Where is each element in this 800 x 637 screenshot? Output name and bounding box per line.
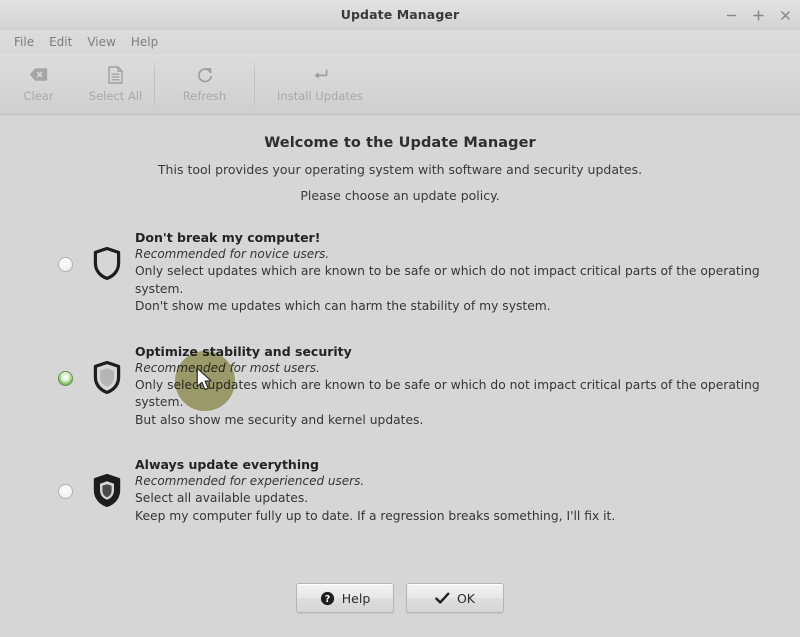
update-manager-window: Update Manager File Edit View Help Clear…: [0, 0, 800, 637]
policy-recommendation: Recommended for most users.: [135, 360, 320, 375]
window-title: Update Manager: [340, 7, 460, 22]
menubar: File Edit View Help: [0, 30, 800, 54]
minimize-icon[interactable]: [725, 7, 738, 23]
install-updates-button-label: Install Updates: [277, 88, 363, 103]
page-title: Welcome to the Update Manager: [264, 135, 536, 151]
help-button-label: Help: [341, 590, 371, 606]
select-all-button[interactable]: Select All: [77, 54, 154, 114]
policy-text-dont-break-my-computer: Don't break my computer! Recommended for…: [135, 229, 800, 316]
menu-item-view[interactable]: View: [80, 33, 123, 51]
policy-title: Always update everything: [135, 457, 319, 472]
window-controls: [725, 0, 792, 29]
clear-button[interactable]: Clear: [0, 54, 77, 114]
help-question-circle-icon: ?: [320, 591, 335, 606]
toolbar-group-selection: Clear Select All: [0, 54, 154, 114]
policy-detail-1: Only select updates which are known to b…: [135, 264, 760, 296]
install-enter-arrow-icon: [311, 66, 329, 84]
policy-recommendation: Recommended for novice users.: [135, 247, 330, 261]
toolbar: Clear Select All Refresh Install Updates: [0, 54, 800, 115]
policy-title: Don't break my computer!: [135, 230, 321, 245]
content-area: Welcome to the Update Manager This tool …: [0, 115, 800, 637]
radio-optimize-stability-and-security[interactable]: [58, 370, 73, 386]
policy-detail-2: Keep my computer fully up to date. If a …: [135, 508, 616, 523]
toolbar-group-refresh: Refresh: [155, 54, 254, 114]
policy-option-always-update-everything[interactable]: Always update everything Recommended for…: [58, 456, 800, 525]
menu-item-help[interactable]: Help: [124, 33, 166, 51]
shield-dark-fill-icon: [92, 474, 122, 507]
maximize-icon[interactable]: [752, 7, 765, 23]
policy-detail-1: Only select updates which are known to b…: [135, 377, 760, 410]
shield-light-fill-icon: [92, 360, 122, 394]
policy-option-optimize-stability-and-security[interactable]: Optimize stability and security Recommen…: [58, 343, 800, 430]
policy-detail-2: Don't show me updates which can harm the…: [135, 299, 551, 313]
intro-line-2: Please choose an update policy.: [300, 188, 500, 203]
policy-text-optimize-stability-and-security: Optimize stability and security Recommen…: [135, 343, 800, 430]
refresh-button-label: Refresh: [182, 88, 227, 103]
shield-outline-icon: [92, 247, 122, 280]
policy-detail-2: But also show me security and kernel upd…: [135, 412, 424, 427]
policy-options-list: Don't break my computer! Recommended for…: [0, 229, 800, 552]
radio-dont-break-my-computer[interactable]: [58, 257, 73, 272]
refresh-button[interactable]: Refresh: [155, 54, 254, 114]
refresh-circular-arrow-icon: [196, 66, 214, 84]
install-updates-button[interactable]: Install Updates: [255, 54, 385, 114]
menu-item-edit[interactable]: Edit: [42, 33, 80, 51]
toolbar-group-install: Install Updates: [255, 54, 385, 114]
close-icon[interactable]: [779, 7, 792, 23]
help-button[interactable]: ? Help: [296, 583, 394, 613]
policy-option-dont-break-my-computer[interactable]: Don't break my computer! Recommended for…: [58, 229, 800, 316]
clear-backspace-icon: [29, 66, 48, 84]
radio-always-update-everything[interactable]: [58, 484, 73, 499]
svg-text:?: ?: [324, 594, 330, 605]
clear-button-label: Clear: [23, 88, 54, 103]
document-icon: [108, 65, 123, 84]
titlebar: Update Manager: [0, 0, 800, 30]
policy-title: Optimize stability and security: [135, 343, 352, 359]
dialog-buttons: ? Help OK: [0, 583, 800, 613]
policy-detail-1: Select all available updates.: [135, 491, 309, 505]
select-all-button-label: Select All: [88, 88, 143, 103]
policy-text-always-update-everything: Always update everything Recommended for…: [135, 456, 615, 525]
intro-block: Welcome to the Update Manager This tool …: [0, 115, 800, 203]
checkmark-icon: [435, 592, 450, 605]
intro-line-1: This tool provides your operating system…: [157, 162, 643, 177]
policy-recommendation: Recommended for experienced users.: [135, 474, 365, 488]
ok-button[interactable]: OK: [406, 583, 504, 613]
ok-button-label: OK: [456, 590, 476, 606]
menu-item-file[interactable]: File: [7, 33, 42, 51]
